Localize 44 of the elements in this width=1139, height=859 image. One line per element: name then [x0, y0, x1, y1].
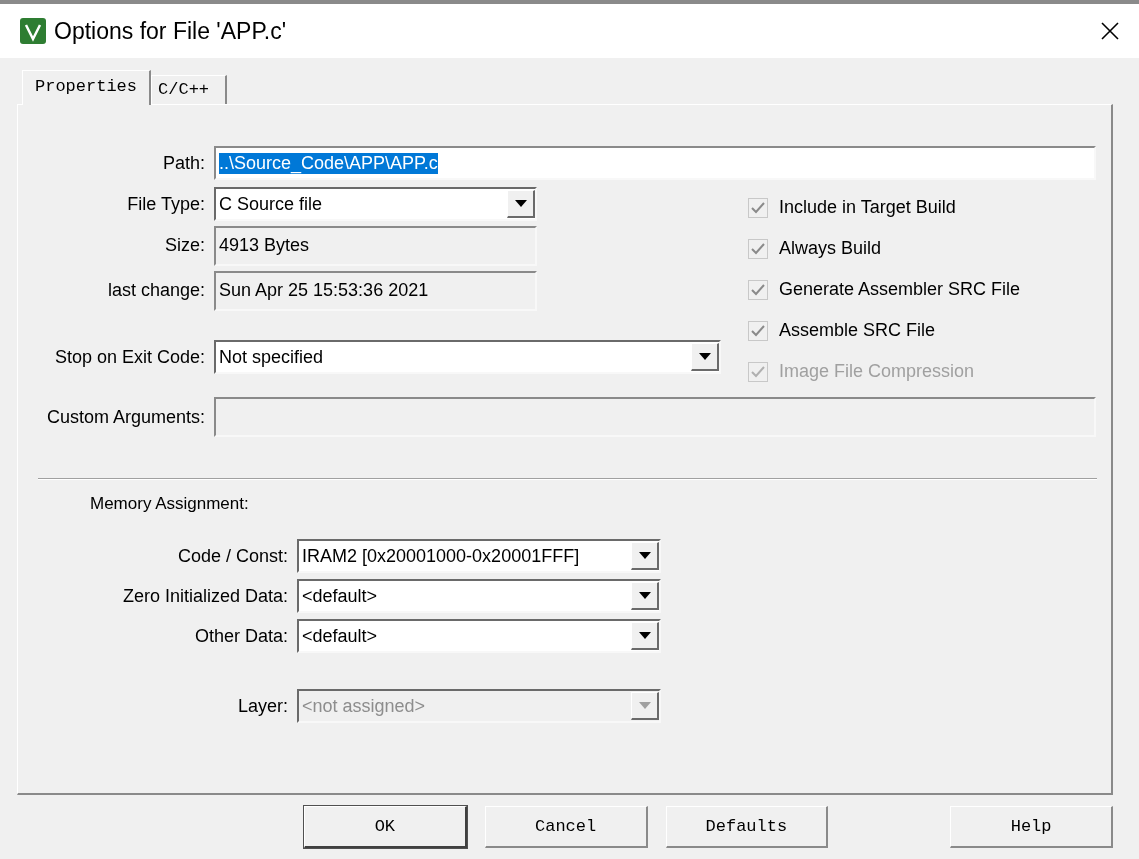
checkbox[interactable]: [748, 197, 768, 218]
checkbox-label: Always Build: [779, 238, 882, 259]
dialog-button[interactable]: Help: [950, 806, 1113, 848]
readonly-field: 4913 Bytes: [214, 225, 537, 266]
checkbox[interactable]: [748, 279, 768, 300]
custom-arguments-field[interactable]: [214, 397, 1096, 437]
app-logo-icon: [20, 18, 46, 44]
caret-icon: [638, 552, 651, 559]
field-label: Zero Initialized Data:: [121, 585, 288, 607]
dropdown[interactable]: Not specified: [214, 340, 721, 374]
readonly-field: Sun Apr 25 15:53:36 2021: [214, 270, 537, 311]
dialog-button[interactable]: Cancel: [484, 806, 648, 848]
dialog-button[interactable]: Defaults: [665, 806, 829, 848]
field-label: Layer:: [236, 695, 288, 717]
caret-icon: [638, 632, 651, 639]
checkbox-label: Assemble SRC File: [779, 320, 936, 341]
tab[interactable]: C/C++: [151, 75, 228, 104]
caret-icon: [638, 702, 651, 709]
close-icon[interactable]: [1101, 22, 1119, 40]
caret-icon: [514, 200, 527, 207]
field-label: Size:: [163, 235, 205, 256]
checkbox[interactable]: [748, 320, 768, 341]
checkbox-label: Include in Target Build: [779, 197, 956, 218]
checkbox[interactable]: [748, 238, 768, 259]
field-label: Other Data:: [193, 625, 288, 647]
path-field[interactable]: ..\Source_Code\APP\APP.c: [214, 146, 1096, 180]
dialog-button[interactable]: OK: [304, 806, 467, 848]
field-label: Custom Arguments:: [45, 406, 205, 428]
field-label: File Type:: [126, 193, 205, 215]
caret-icon: [638, 592, 651, 599]
section-heading: Memory Assignment:: [90, 494, 249, 514]
dropdown[interactable]: <default>: [297, 619, 661, 653]
dropdown[interactable]: IRAM2 [0x20001000-0x20001FFF]: [297, 539, 661, 573]
dropdown[interactable]: C Source file: [214, 187, 537, 221]
field-label: last change:: [106, 280, 205, 301]
dropdown[interactable]: <default>: [297, 579, 661, 613]
checkbox-label: Image File Compression: [779, 361, 975, 382]
window-title: Options for File 'APP.c': [54, 17, 288, 45]
checkbox-label: Generate Assembler SRC File: [779, 279, 1021, 300]
caret-icon: [698, 353, 711, 360]
field-label: Stop on Exit Code:: [53, 346, 205, 368]
field-label: Code / Const:: [176, 545, 288, 567]
field-label: Path:: [161, 152, 205, 174]
tab[interactable]: Properties: [22, 70, 152, 105]
